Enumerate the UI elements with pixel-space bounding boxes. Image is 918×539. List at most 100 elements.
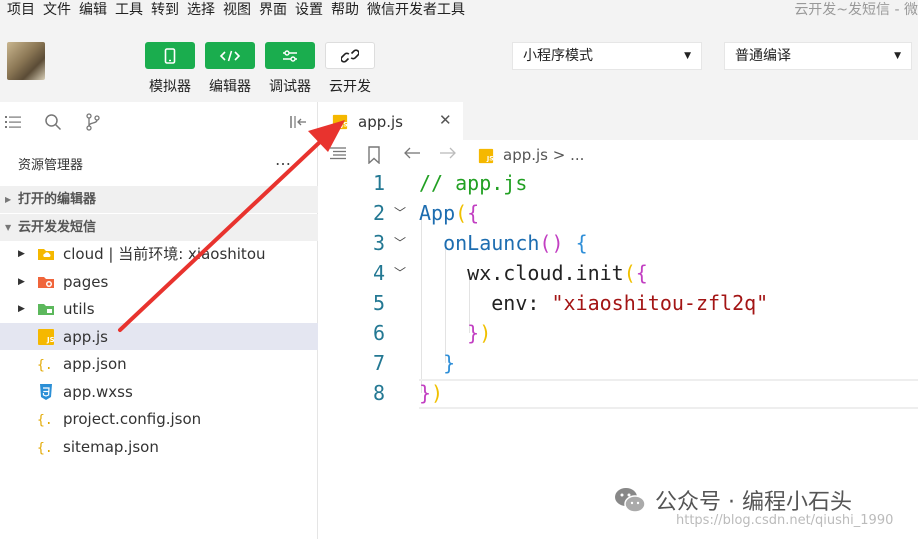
back-arrow-icon[interactable] (403, 146, 421, 164)
chevron-down-icon: ▼ (684, 51, 691, 61)
close-icon[interactable]: ✕ (439, 111, 452, 129)
code-bracket: } (419, 381, 432, 405)
code-line[interactable]: 4 ﹀ wx.cloud.init({ (319, 258, 918, 288)
tree-item-utils[interactable]: ▶ utils (0, 295, 318, 322)
tree-item-label: app.js (63, 327, 108, 346)
cloud-dev-button[interactable]: 云开发 (320, 42, 380, 96)
link-icon (341, 48, 359, 63)
editor-label: 编辑器 (209, 79, 251, 95)
line-number: 6 (372, 321, 385, 345)
chevron-right-icon: ▶ (18, 303, 25, 314)
code-editor[interactable]: JS app.js > ... 1 // app.js 2 ﹀ App({ 3 … (319, 140, 918, 539)
svg-text:JS: JS (46, 336, 55, 344)
code-key: env: (491, 291, 552, 315)
line-number: 4 (372, 261, 385, 285)
tree-item-app-js[interactable]: JS app.js (0, 323, 318, 350)
code-line[interactable]: 1 // app.js (319, 168, 918, 198)
code-line[interactable]: 8 }) (319, 378, 918, 408)
chevron-down-icon: ▼ (5, 223, 12, 232)
code-line[interactable]: 7 } (319, 348, 918, 378)
search-icon[interactable] (43, 112, 63, 132)
menu-item-settings[interactable]: 设置 (291, 0, 327, 20)
watermark: 公众号 · 编程小石头 (613, 484, 852, 516)
tree-item-app-json[interactable]: {..} app.json (0, 350, 318, 377)
code-line[interactable]: 3 ﹀ onLaunch() { (319, 228, 918, 258)
tab-app-js[interactable]: JS app.js ✕ (319, 102, 463, 140)
menu-item-goto[interactable]: 转到 (147, 0, 183, 20)
collapse-panel-icon[interactable] (288, 112, 308, 132)
code-comment: // app.js (419, 171, 528, 195)
css-file-icon (40, 384, 52, 400)
mode-select[interactable]: 小程序模式 ▼ (512, 42, 702, 70)
phone-icon (164, 47, 176, 64)
code-bracket: } (443, 351, 456, 375)
project-section[interactable]: ▼ 云开发发短信 (0, 214, 318, 241)
list-icon[interactable] (3, 112, 23, 132)
tree-item-project-config-json[interactable]: {..} project.config.json (0, 405, 318, 432)
simulator-button[interactable]: 模拟器 (140, 42, 200, 96)
code-line[interactable]: 5 env: "xiaoshitou-zfl2q" (319, 288, 918, 318)
toolbar: 模拟器 编辑器 调试器 云开发 小程序模式 ▼ 普通编译 ▼ (0, 20, 918, 102)
code-line[interactable]: 6 }) (319, 318, 918, 348)
svg-text:{..}: {..} (37, 358, 55, 372)
menu-bar: 项目 文件 编辑 工具 转到 选择 视图 界面 设置 帮助 微信开发者工具 云开… (0, 0, 918, 20)
breadcrumb: JS app.js > ... (319, 140, 918, 170)
tree-item-label: app.json (63, 354, 127, 373)
menu-item-devtools[interactable]: 微信开发者工具 (363, 0, 469, 20)
line-number: 5 (372, 291, 385, 315)
code-bracket: () (539, 231, 564, 255)
watermark-url: https://blog.csdn.net/qiushi_1990 (676, 513, 894, 528)
js-file-icon: JS (38, 329, 55, 345)
chevron-down-icon[interactable]: ﹀ (394, 228, 406, 258)
tree-item-sitemap-json[interactable]: {..} sitemap.json (0, 433, 318, 460)
code-bracket: { (635, 261, 648, 285)
avatar[interactable] (7, 42, 45, 80)
menu-item-select[interactable]: 选择 (183, 0, 219, 20)
explorer-panel: 资源管理器 … ▶ 打开的编辑器 ▼ 云开发发短信 ▶ cloud | 当前环境… (0, 102, 318, 539)
git-branch-icon[interactable] (83, 112, 103, 132)
code-bracket: ( (455, 201, 468, 225)
js-file-icon: JS (478, 148, 494, 168)
menu-item-edit[interactable]: 编辑 (75, 0, 111, 20)
tree-item-cloud[interactable]: ▶ cloud | 当前环境: xiaoshitou (0, 240, 318, 267)
chevron-right-icon: ▶ (18, 276, 25, 287)
outline-icon[interactable] (329, 146, 347, 164)
menu-item-project[interactable]: 项目 (0, 0, 39, 20)
tab-label: app.js (358, 113, 403, 131)
json-file-icon: {..} (37, 441, 55, 455)
open-editors-section[interactable]: ▶ 打开的编辑器 (0, 186, 318, 213)
chevron-down-icon[interactable]: ﹀ (394, 258, 406, 288)
tree-item-pages[interactable]: ▶ pages (0, 268, 318, 295)
line-number: 7 (372, 351, 385, 375)
code-bracket: { (575, 231, 588, 255)
code-bracket: ) (431, 381, 444, 405)
code-line[interactable]: 2 ﹀ App({ (319, 198, 918, 228)
line-number: 1 (372, 171, 385, 195)
chevron-down-icon: ▼ (894, 51, 901, 61)
line-number: 2 (372, 201, 385, 225)
debugger-button[interactable]: 调试器 (260, 42, 320, 96)
code-identifier: App (419, 201, 456, 225)
chevron-down-icon[interactable]: ﹀ (394, 198, 406, 228)
menu-item-file[interactable]: 文件 (39, 0, 75, 20)
activity-bar (0, 102, 318, 142)
svg-text:JS: JS (340, 121, 348, 128)
menu-item-interface[interactable]: 界面 (255, 0, 291, 20)
menu-item-help[interactable]: 帮助 (327, 0, 363, 20)
menu-item-view[interactable]: 视图 (219, 0, 255, 20)
tree-item-app-wxss[interactable]: app.wxss (0, 378, 318, 405)
svg-text:JS: JS (486, 155, 494, 162)
json-file-icon: {..} (37, 358, 55, 372)
more-icon[interactable]: … (275, 150, 292, 169)
breadcrumb-path[interactable]: app.js > ... (503, 146, 584, 164)
sliders-icon (283, 49, 297, 62)
forward-arrow-icon[interactable] (439, 146, 457, 164)
chevron-right-icon: ▶ (5, 195, 12, 204)
editor-button[interactable]: 编辑器 (200, 42, 260, 96)
utils-folder-icon (38, 304, 54, 315)
pages-folder-icon (38, 277, 54, 288)
bookmark-icon[interactable] (367, 146, 381, 168)
menu-item-tools[interactable]: 工具 (111, 0, 147, 20)
compile-select[interactable]: 普通编译 ▼ (724, 42, 912, 70)
editor-tab-bar: JS app.js ✕ (319, 102, 918, 140)
